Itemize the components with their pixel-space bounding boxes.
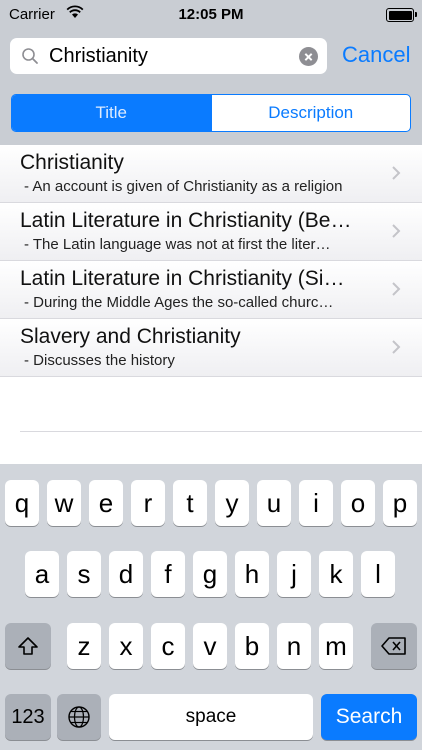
key-h[interactable]: h [235,551,269,597]
result-title: Latin Literature in Christianity (Si… [20,267,345,290]
key-d[interactable]: d [109,551,143,597]
key-u[interactable]: u [257,480,291,526]
result-subtitle: - During the Middle Ages the so-called c… [24,294,334,311]
scope-segmented-control: Title Description [11,94,411,132]
key-a[interactable]: a [25,551,59,597]
shift-key[interactable] [5,623,51,669]
key-p[interactable]: p [383,480,417,526]
key-b[interactable]: b [235,623,269,669]
list-item[interactable]: Christianity - An account is given of Ch… [0,145,422,203]
search-field[interactable]: Christianity [10,38,327,74]
result-title: Slavery and Christianity [20,325,241,348]
key-k[interactable]: k [319,551,353,597]
key-o[interactable]: o [341,480,375,526]
key-g[interactable]: g [193,551,227,597]
backspace-icon [381,637,406,655]
status-bar: Carrier 12:05 PM [0,0,422,30]
segment-title[interactable]: Title [12,95,211,131]
results-list: Christianity - An account is given of Ch… [0,145,422,377]
empty-row-divider [20,431,422,432]
chevron-right-icon [392,166,401,180]
key-z[interactable]: z [67,623,101,669]
key-v[interactable]: v [193,623,227,669]
key-i[interactable]: i [299,480,333,526]
segment-description[interactable]: Description [210,95,411,131]
list-item[interactable]: Latin Literature in Christianity (Si… - … [0,261,422,319]
key-y[interactable]: y [215,480,249,526]
key-f[interactable]: f [151,551,185,597]
key-s[interactable]: s [67,551,101,597]
list-item[interactable]: Latin Literature in Christianity (Be… - … [0,203,422,261]
delete-key[interactable] [371,623,417,669]
search-input[interactable]: Christianity [49,45,148,68]
shift-icon [18,637,38,655]
keyboard: q w e r t y u i o p a s d f g h j k l z … [0,464,422,750]
chevron-right-icon [392,224,401,238]
key-w[interactable]: w [47,480,81,526]
cancel-button[interactable]: Cancel [342,42,410,68]
list-item[interactable]: Slavery and Christianity - Discusses the… [0,319,422,377]
key-e[interactable]: e [89,480,123,526]
globe-key[interactable] [57,694,101,740]
result-title: Latin Literature in Christianity (Be… [20,209,352,232]
key-q[interactable]: q [5,480,39,526]
search-key[interactable]: Search [321,694,417,740]
key-r[interactable]: r [131,480,165,526]
key-t[interactable]: t [173,480,207,526]
globe-icon [68,706,90,728]
key-l[interactable]: l [361,551,395,597]
result-subtitle: - An account is given of Christianity as… [24,178,343,195]
key-x[interactable]: x [109,623,143,669]
search-icon [22,48,38,64]
result-subtitle: - The Latin language was not at first th… [24,236,331,253]
key-c[interactable]: c [151,623,185,669]
space-key[interactable]: space [109,694,313,740]
status-time: 12:05 PM [178,6,244,23]
key-m[interactable]: m [319,623,353,669]
numbers-key[interactable]: 123 [5,694,51,740]
chevron-right-icon [392,282,401,296]
search-header: Christianity Cancel Title Description [0,30,422,145]
key-n[interactable]: n [277,623,311,669]
result-title: Christianity [20,151,124,174]
battery-icon [386,8,417,22]
chevron-right-icon [392,340,401,354]
clear-icon[interactable] [299,47,318,66]
key-j[interactable]: j [277,551,311,597]
result-subtitle: - Discusses the history [24,352,175,369]
